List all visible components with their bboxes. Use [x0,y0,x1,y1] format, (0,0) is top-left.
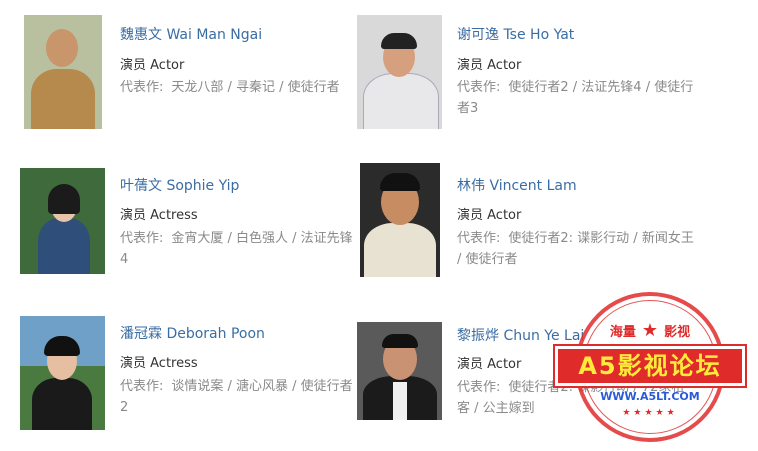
actor-works: 代表作: 使徒行者2 / 法证先锋4 / 使徒行者3 [457,77,697,119]
actor-photo[interactable] [357,15,442,129]
actor-name-link[interactable]: 谢可逸 Tse Ho Yat [457,24,574,44]
actor-photo[interactable] [20,316,105,430]
actor-card[interactable]: 林伟 Vincent Lam 演员 Actor 代表作: 使徒行者2: 谍影行动 … [360,163,710,283]
stamp-top-left: 海量 [609,325,636,340]
works-label: 代表作: [457,380,501,395]
actor-card[interactable]: 谢可逸 Tse Ho Yat 演员 Actor 代表作: 使徒行者2 / 法证先锋… [357,15,707,135]
a5-watermark-stamp: 海量 ★ 影视 A5影视论坛 WWW.A5LT.COM ★★★★★ [555,290,745,450]
stamp-url: WWW.A5LT.COM [600,390,700,403]
works-list[interactable]: 天龙八部 / 寻秦记 / 使徒行者 [171,80,339,95]
actor-name-link[interactable]: 叶蒨文 Sophie Yip [120,175,239,195]
works-label: 代表作: [120,379,164,394]
works-label: 代表作: [120,80,164,95]
actor-works: 代表作: 谈情说案 / 溏心风暴 / 使徒行者2 [120,376,360,418]
actor-photo[interactable] [24,15,102,129]
actor-card[interactable]: 魏惠文 Wai Man Ngai 演员 Actor 代表作: 天龙八部 / 寻秦记… [24,15,374,135]
actor-role: 演员 Actor [120,58,185,73]
actor-role: 演员 Actress [120,208,198,223]
stamp-top-text: 海量 ★ 影视 [555,320,745,341]
actor-photo[interactable] [360,163,440,277]
actor-role: 演员 Actor [457,58,522,73]
actor-name-link[interactable]: 魏惠文 Wai Man Ngai [120,24,262,44]
actor-name-link[interactable]: 潘冠霖 Deborah Poon [120,323,265,343]
actor-works: 代表作: 使徒行者2: 谍影行动 / 新闻女王 / 使徒行者 [457,228,697,270]
works-label: 代表作: [120,231,164,246]
actor-works: 代表作: 天龙八部 / 寻秦记 / 使徒行者 [120,77,360,98]
actor-role: 演员 Actor [457,357,522,372]
works-label: 代表作: [457,231,501,246]
actor-role: 演员 Actor [457,208,522,223]
actor-card[interactable]: 叶蒨文 Sophie Yip 演员 Actress 代表作: 金宵大厦 / 白色强… [20,168,370,288]
star-icon: ★ [641,320,659,341]
actor-works: 代表作: 金宵大厦 / 白色强人 / 法证先锋4 [120,228,360,270]
actor-photo[interactable] [20,168,105,274]
stamp-top-right: 影视 [664,325,691,340]
actor-name-link[interactable]: 林伟 Vincent Lam [457,175,577,195]
stamp-bottom-stars-icon: ★★★★★ [622,408,678,418]
actor-role: 演员 Actress [120,356,198,371]
stamp-title: A5影视论坛 [555,346,745,386]
works-label: 代表作: [457,80,501,95]
actor-card[interactable]: 潘冠霖 Deborah Poon 演员 Actress 代表作: 谈情说案 / 溏… [20,316,370,436]
actor-photo[interactable] [357,322,442,420]
